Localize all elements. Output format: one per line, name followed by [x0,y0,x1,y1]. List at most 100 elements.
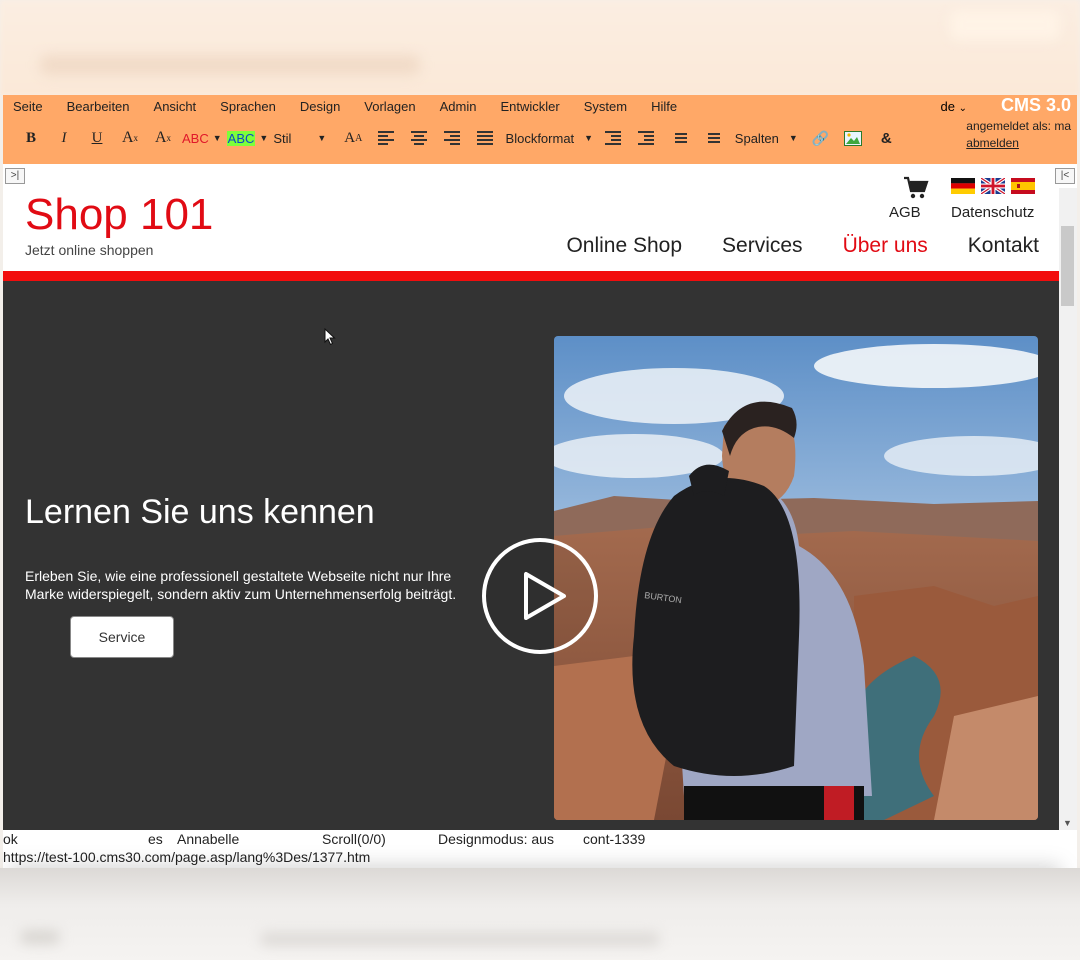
service-button[interactable]: Service [70,616,174,658]
link-icon[interactable]: 🔗 [806,126,834,150]
scrollbar[interactable]: ▼ [1059,188,1077,830]
subscript-icon: A [121,129,134,146]
highlight-icon: ABC [226,130,256,146]
font-size-label: A [344,129,356,146]
site-logo[interactable]: Shop 101 [25,190,213,240]
nav-services[interactable]: Services [722,234,803,258]
cms-brand: CMS 3.0 [1000,95,1071,115]
german-flag-icon[interactable] [951,178,975,194]
status-state: ok [3,831,18,847]
font-size-small-mark: A [355,132,363,144]
spanish-flag-icon[interactable] [1011,178,1035,194]
superscript-icon: A [154,129,167,146]
mouse-cursor-icon [324,328,336,346]
align-left-icon[interactable] [372,126,400,150]
play-video-icon[interactable] [482,538,598,654]
subscript-button[interactable]: Ax [116,126,144,150]
chevron-down-icon: ▼ [259,133,269,143]
status-scroll: Scroll(0/0) [322,831,386,847]
align-right-icon[interactable] [438,126,466,150]
status-container: cont-1339 [583,831,646,847]
site-tagline: Jetzt online shoppen [25,242,154,258]
menu-hilfe[interactable]: Hilfe [651,99,677,117]
columns-label: Spalten [734,130,779,146]
format-toolbar: B I U Ax Ax ABC ▼ ABC ▼ Stil ▼ AA Blockform… [17,125,905,151]
bullet-list-icon[interactable] [665,126,693,150]
style-select-label: Stil [273,130,292,146]
language-label: de [940,99,955,114]
menu-sprachen[interactable]: Sprachen [220,99,276,117]
menu-ansicht[interactable]: Ansicht [154,99,197,117]
header-divider [3,271,1059,281]
collapse-right-icon[interactable]: |< [1055,168,1075,184]
login-info: angemeldet als: ma abmelden [966,118,1071,152]
nav-online-shop[interactable]: Online Shop [566,234,682,258]
hero-section: Lernen Sie uns kennen Erleben Sie, wie e… [3,281,1059,830]
scroll-down-icon[interactable]: ▼ [1063,818,1072,828]
menu-admin[interactable]: Admin [440,99,477,117]
blurred-background-bottom [0,868,1080,960]
blurred-background-element [950,10,1060,40]
language-select[interactable]: de ⌄ [941,99,967,114]
menu-bearbeiten[interactable]: Bearbeiten [67,99,130,117]
status-url: https://test-100.cms30.com/page.asp/lang… [3,849,371,865]
menu-vorlagen[interactable]: Vorlagen [364,99,415,117]
columns-select[interactable]: Spalten ▼ [731,126,801,150]
status-language: es [148,831,163,847]
page-preview: >| |< ▼ Shop 101 Jetzt online shoppen AG… [3,164,1077,830]
outdent-icon[interactable] [599,126,627,150]
chevron-down-icon: ▼ [317,133,327,143]
logged-in-label: angemeldet als: ma [966,119,1071,133]
chevron-down-icon: ⌄ [958,103,967,114]
nav-kontakt[interactable]: Kontakt [968,234,1039,258]
main-nav: Online Shop Services Über uns Kontakt [526,234,1039,258]
blockformat-select[interactable]: Blockformat ▼ [504,126,594,150]
agb-link[interactable]: AGB [889,204,921,221]
superscript-mark: x [166,133,172,143]
hero-image: BURTON [554,336,1038,820]
expand-left-icon[interactable]: >| [5,168,25,184]
privacy-link[interactable]: Datenschutz [951,204,1034,221]
text-color-button[interactable]: ABC ▼ [182,126,222,150]
uk-flag-icon[interactable] [981,178,1005,194]
status-user: Annabelle [177,831,240,847]
chevron-down-icon: ▼ [212,133,222,143]
language-flags [951,178,1035,194]
nav-ueber-uns[interactable]: Über uns [843,234,928,258]
blockformat-label: Blockformat [505,130,575,146]
menu-seite[interactable]: Seite [13,99,43,117]
cms-menu: Seite Bearbeiten Ansicht Sprachen Design… [3,99,679,117]
hero-text: Erleben Sie, wie eine professionell gest… [25,568,457,602]
bold-button[interactable]: B [17,126,45,150]
chevron-down-icon: ▼ [788,133,798,143]
text-color-icon: ABC [182,130,209,146]
status-bar: ok es Annabelle Scroll(0/0) Designmodus:… [3,830,1077,868]
cms-toolbar: Seite Bearbeiten Ansicht Sprachen Design… [3,95,1077,165]
menu-design[interactable]: Design [300,99,340,117]
cart-icon[interactable] [903,176,929,205]
chevron-down-icon: ▼ [584,133,594,143]
italic-button[interactable]: I [50,126,78,150]
subscript-mark: x [133,133,139,143]
special-characters-icon[interactable]: & [872,126,900,150]
font-size-icon[interactable]: AA [339,126,367,150]
image-icon[interactable] [839,126,867,150]
style-select[interactable]: Stil ▼ [273,126,333,150]
numbered-list-icon[interactable] [698,126,726,150]
status-design-mode: Designmodus: aus [438,831,554,847]
indent-icon[interactable] [632,126,660,150]
blurred-background-element [260,932,660,946]
superscript-button[interactable]: Ax [149,126,177,150]
align-center-icon[interactable] [405,126,433,150]
hero-title: Lernen Sie uns kennen [25,493,375,531]
menu-entwickler[interactable]: Entwickler [500,99,559,117]
logout-link[interactable]: abmelden [966,136,1019,150]
underline-button[interactable]: U [83,126,111,150]
menu-system[interactable]: System [584,99,627,117]
align-justify-icon[interactable] [471,126,499,150]
blurred-background-top [0,0,1080,96]
scrollbar-thumb[interactable] [1061,226,1074,306]
blurred-background-element [40,55,420,75]
highlight-button[interactable]: ABC ▼ [226,126,269,150]
blurred-background-element [20,930,60,944]
